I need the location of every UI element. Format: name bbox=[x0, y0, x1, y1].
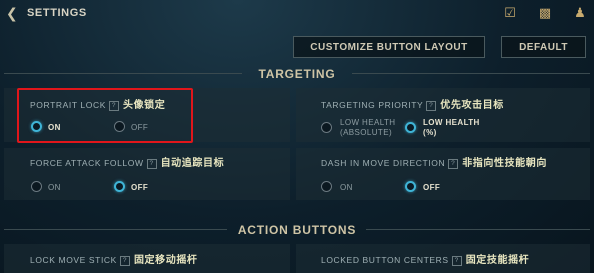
targeting-priority-percent-radio[interactable] bbox=[405, 122, 416, 133]
chinese-label: 优先攻击目标 bbox=[440, 100, 504, 111]
dash-in-move-direction-on-radio[interactable] bbox=[321, 181, 332, 192]
help-icon[interactable]: ? bbox=[426, 101, 437, 111]
targeting-priority-percent-label: LOW HEALTH (%) bbox=[423, 118, 480, 137]
setting-label-locked-button-centers: LOCKED BUTTON CENTERS? 固定技能摇杆 bbox=[321, 255, 530, 266]
targeting-priority-absolute-label: LOW HEALTH (ABSOLUTE) bbox=[340, 118, 396, 137]
section-divider-right bbox=[352, 73, 590, 74]
customize-button-layout-button[interactable]: CUSTOMIZE BUTTON LAYOUT bbox=[293, 36, 485, 58]
dash-in-move-direction-on-label: ON bbox=[340, 183, 353, 192]
chinese-label: 固定移动摇杆 bbox=[133, 255, 198, 266]
help-icon[interactable]: ? bbox=[146, 159, 157, 169]
force-attack-follow-on-radio[interactable] bbox=[31, 181, 42, 192]
setting-label-force-attack-follow: FORCE ATTACK FOLLOW? 自动追踪目标 bbox=[30, 158, 225, 169]
dash-in-move-direction-off-radio[interactable] bbox=[405, 181, 416, 192]
chat-icon[interactable]: ▩ bbox=[537, 6, 553, 20]
default-button[interactable]: DEFAULT bbox=[501, 36, 586, 58]
section-title-action-buttons: ACTION BUTTONS bbox=[237, 223, 357, 237]
page-title: SETTINGS bbox=[27, 7, 87, 19]
force-attack-follow-off-radio[interactable] bbox=[114, 181, 125, 192]
section-divider-right bbox=[366, 229, 590, 230]
help-icon[interactable]: ? bbox=[119, 256, 130, 266]
force-attack-follow-on-label: ON bbox=[48, 183, 61, 192]
setting-label-targeting-priority: TARGETING PRIORITY? 优先攻击目标 bbox=[321, 100, 504, 111]
chinese-label: 自动追踪目标 bbox=[160, 158, 225, 169]
checklist-icon[interactable]: ☑ bbox=[502, 6, 518, 20]
friends-icon[interactable]: ♟ bbox=[572, 6, 588, 20]
setting-label-lock-move-stick: LOCK MOVE STICK? 固定移动摇杆 bbox=[30, 255, 198, 266]
section-title-targeting: TARGETING bbox=[258, 67, 336, 81]
back-chevron-icon[interactable]: ❮ bbox=[6, 6, 20, 20]
dash-in-move-direction-off-label: OFF bbox=[423, 183, 441, 192]
chinese-label: 非指向性技能朝向 bbox=[462, 158, 547, 169]
setting-label-dash-in-move-direction: DASH IN MOVE DIRECTION? 非指向性技能朝向 bbox=[321, 158, 547, 169]
force-attack-follow-off-label: OFF bbox=[131, 183, 149, 192]
help-icon[interactable]: ? bbox=[451, 256, 462, 266]
chinese-label: 固定技能摇杆 bbox=[465, 255, 530, 266]
targeting-priority-absolute-radio[interactable] bbox=[321, 122, 332, 133]
annotation-highlight-box bbox=[17, 88, 193, 143]
help-icon[interactable]: ? bbox=[448, 159, 459, 169]
